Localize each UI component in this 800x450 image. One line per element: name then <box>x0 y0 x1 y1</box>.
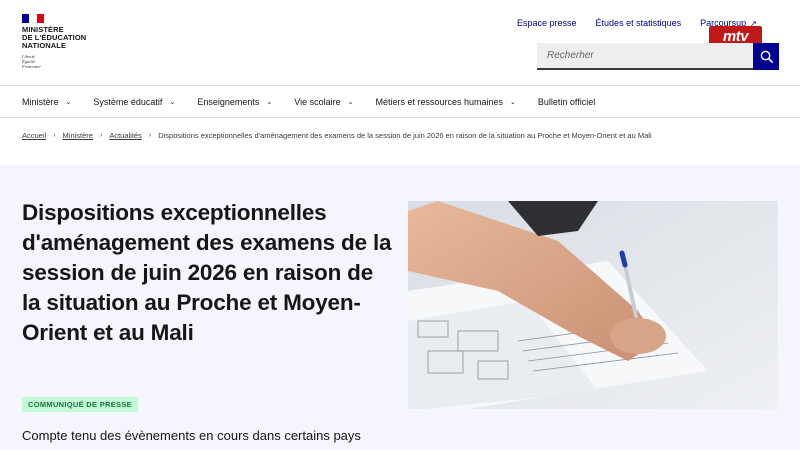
breadcrumb: Accueil › Ministère › Actualités › Dispo… <box>22 131 652 140</box>
breadcrumb-link-ministere[interactable]: Ministère <box>63 131 93 140</box>
student-writing-exam-photo <box>408 201 778 409</box>
nav-item-vie-scolaire[interactable]: Vie scolaire ⌄ <box>294 97 353 107</box>
intro-paragraph: Compte tenu des évènements en cours dans… <box>22 428 361 443</box>
chevron-right-icon: › <box>99 132 103 139</box>
breadcrumb-link-actualites[interactable]: Actualités <box>109 131 142 140</box>
nav-item-systeme-educatif[interactable]: Système éducatif ⌄ <box>93 97 175 107</box>
main-navigation: Ministère ⌄ Système éducatif ⌄ Enseignemen… <box>0 85 800 118</box>
search-button[interactable] <box>753 43 779 70</box>
chevron-down-icon: ⌄ <box>510 98 516 106</box>
nav-item-metiers[interactable]: Métiers et ressources humaines ⌄ <box>375 97 515 107</box>
espace-presse-link[interactable]: Espace presse <box>517 18 577 28</box>
motto-line: Fraternité <box>22 64 41 69</box>
chevron-down-icon: ⌄ <box>65 98 72 106</box>
breadcrumb-current: Dispositions exceptionnelles d'aménageme… <box>158 131 652 140</box>
nav-item-enseignements[interactable]: Enseignements ⌄ <box>197 97 272 107</box>
breadcrumb-link-accueil[interactable]: Accueil <box>22 131 46 140</box>
nav-label: Métiers et ressources humaines <box>375 96 504 107</box>
nav-item-bulletin-officiel[interactable]: Bulletin officiel <box>538 97 595 107</box>
chevron-down-icon: ⌄ <box>347 98 354 106</box>
logo-line: NATIONALE <box>22 41 67 50</box>
chevron-right-icon: › <box>53 132 56 139</box>
ministry-logo[interactable]: MINISTÈRE DE L'ÉDUCATION NATIONALE Liber… <box>22 14 102 69</box>
nav-label: Vie scolaire <box>294 96 341 107</box>
french-flag-icon <box>22 14 44 23</box>
nav-label: Bulletin officiel <box>537 96 596 107</box>
search-input[interactable]: Recherher <box>537 43 753 70</box>
nav-item-ministere[interactable]: Ministère ⌄ <box>22 97 71 107</box>
photo-illustration <box>408 201 778 409</box>
search-icon <box>760 50 773 63</box>
nav-label: Ministère <box>22 96 59 107</box>
motto: Liberté Égalité Fraternité <box>22 54 102 69</box>
status-badge: COMMUNIQUÉ DE PRESSE <box>22 397 138 412</box>
nav-label: Enseignements <box>197 96 260 107</box>
page-title: Dispositions exceptionnelles d'aménageme… <box>22 200 392 345</box>
chevron-down-icon: ⌄ <box>169 98 176 106</box>
nav-label: Système éducatif <box>93 96 163 107</box>
chevron-down-icon: ⌄ <box>266 98 273 106</box>
site-header: MINISTÈRE DE L'ÉDUCATION NATIONALE Liber… <box>0 0 800 85</box>
logo-text: MINISTÈRE DE L'ÉDUCATION NATIONALE <box>22 26 102 50</box>
search-bar: Recherher <box>537 43 779 70</box>
chevron-right-icon: › <box>148 132 152 139</box>
etudes-statistiques-link[interactable]: Études et statistiques <box>596 18 682 28</box>
